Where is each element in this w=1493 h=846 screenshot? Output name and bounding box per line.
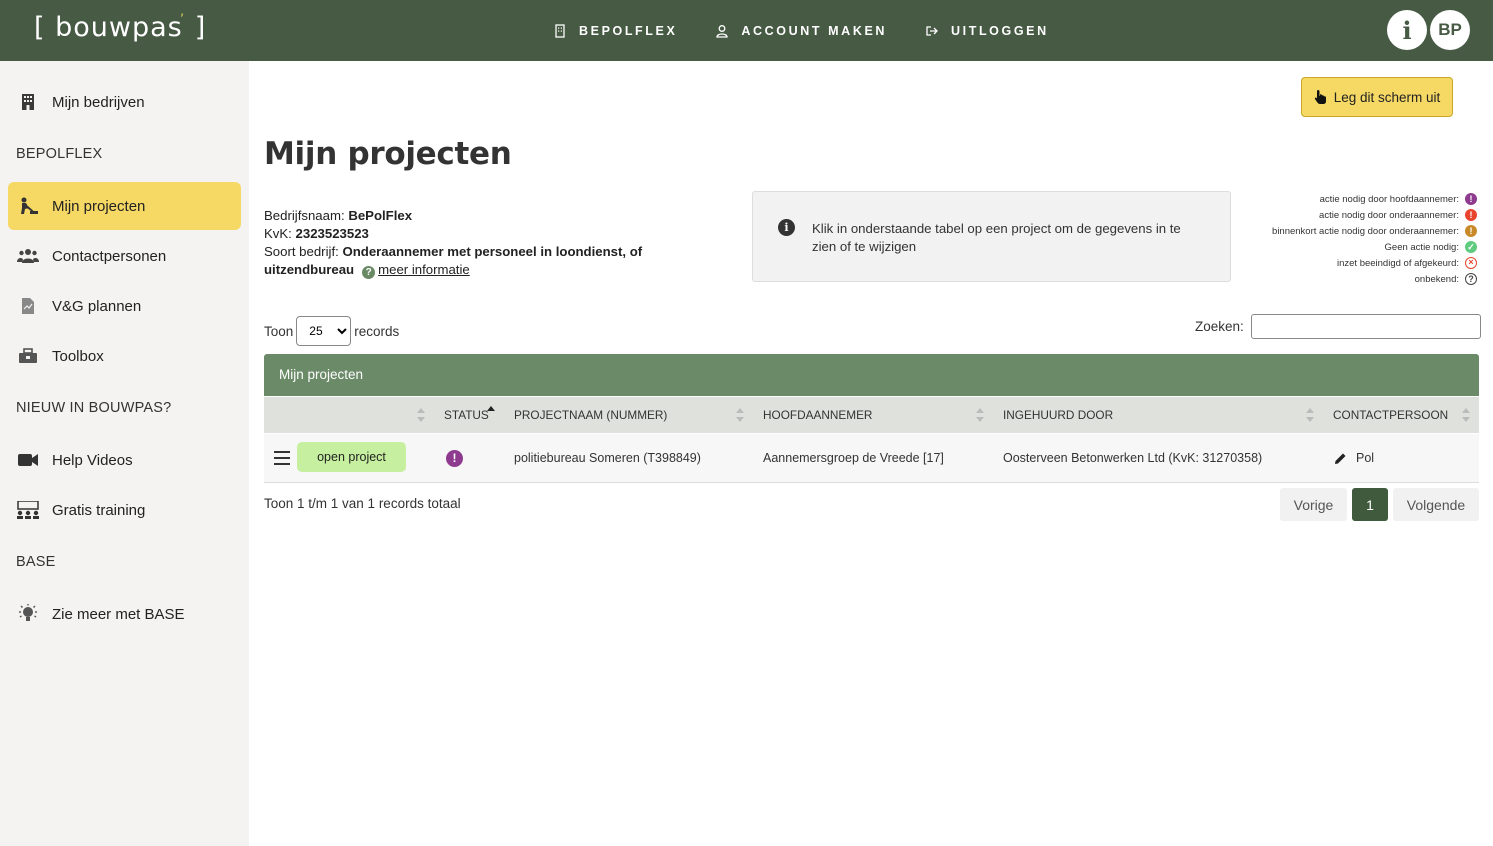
sidebar-item-mijn-projecten[interactable]: Mijn projecten xyxy=(8,182,241,230)
question-icon: ? xyxy=(362,266,376,279)
sidebar-item-mijn-bedrijven[interactable]: Mijn bedrijven xyxy=(8,78,241,126)
nav-bepolflex[interactable]: BEPOLFLEX xyxy=(553,24,677,38)
video-icon xyxy=(16,450,40,470)
nav-uitloggen[interactable]: UITLOGGEN xyxy=(925,24,1049,38)
lightbulb-icon xyxy=(16,604,40,624)
user-icon xyxy=(716,24,729,38)
search-control: Zoeken: xyxy=(1195,314,1481,339)
exclamation-icon: ! xyxy=(1465,209,1477,221)
search-input[interactable] xyxy=(1250,314,1481,339)
records-count: Toon 1 t/m 1 van 1 records totaal xyxy=(264,496,461,511)
info-box: i Klik in onderstaande tabel op een proj… xyxy=(752,191,1231,282)
sidebar-item-toolbox[interactable]: Toolbox xyxy=(8,332,241,380)
pointer-hand-icon xyxy=(1314,90,1326,104)
status-cell: ! xyxy=(446,449,463,467)
page-title: Mijn projecten xyxy=(264,136,512,172)
status-legend: actie nodig door hoofdaannemer:! actie n… xyxy=(1272,191,1477,287)
column-hoofdaannemer[interactable]: HOOFDAANNEMER xyxy=(763,397,872,433)
top-nav: BEPOLFLEX ACCOUNT MAKEN UITLOGGEN xyxy=(553,0,1049,61)
exclamation-icon: ! xyxy=(1465,193,1477,205)
pencil-icon[interactable] xyxy=(1333,452,1347,466)
legend-row: onbekend:? xyxy=(1272,271,1477,287)
sort-asc-icon[interactable] xyxy=(486,404,496,422)
sort-icon[interactable] xyxy=(416,406,426,424)
pagination-next[interactable]: Volgende xyxy=(1393,488,1479,521)
page-length-select[interactable]: 25 xyxy=(296,316,352,346)
project-name-cell: politiebureau Someren (T398849) xyxy=(514,451,701,465)
building-icon xyxy=(16,92,40,112)
legend-row: Geen actie nodig: ✓ xyxy=(1272,239,1477,255)
sidebar: Mijn bedrijven BEPOLFLEX Mijn projecten … xyxy=(0,61,249,846)
logout-icon xyxy=(926,25,938,36)
menu-icon[interactable] xyxy=(274,451,290,465)
legend-row: inzet beeindigd of afgekeurd: × xyxy=(1272,255,1477,271)
sort-icon[interactable] xyxy=(1461,406,1471,424)
sidebar-item-vg-plannen[interactable]: V&G plannen xyxy=(8,282,241,330)
section-nieuw-in-bouwpas: NIEUW IN BOUWPAS? xyxy=(16,400,172,416)
pagination-prev[interactable]: Vorige xyxy=(1280,488,1347,521)
bouwpas-logo[interactable]: [ bouwpas’ ] xyxy=(34,12,206,43)
section-bepolflex: BEPOLFLEX xyxy=(16,146,103,162)
open-project-button[interactable]: open project xyxy=(297,442,406,472)
hired-by-cell: Oosterveen Betonwerken Ltd (KvK: 3127035… xyxy=(1003,451,1263,465)
sort-icon[interactable] xyxy=(735,406,745,424)
check-icon: ✓ xyxy=(1465,241,1477,253)
explain-screen-button[interactable]: Leg dit scherm uit xyxy=(1301,77,1453,117)
page-length-control: Toon 25 records xyxy=(264,316,399,346)
company-name: BePolFlex xyxy=(348,208,413,223)
main-contractor-cell: Aannemersgroep de Vreede [17] xyxy=(763,451,944,465)
pagination: Vorige 1 Volgende xyxy=(1280,488,1479,521)
info-button[interactable]: i xyxy=(1387,10,1427,50)
section-base: BASE xyxy=(16,554,56,570)
avatar[interactable]: BP xyxy=(1430,10,1470,50)
cross-circle-icon: × xyxy=(1465,257,1477,269)
contact-cell: Pol xyxy=(1333,434,1374,483)
table-title-bar: Mijn projecten xyxy=(264,354,1479,396)
legend-row: actie nodig door hoofdaannemer:! xyxy=(1272,191,1477,207)
column-ingehuurd-door[interactable]: INGEHUURD DOOR xyxy=(1003,397,1113,433)
users-icon xyxy=(16,246,40,266)
company-kvk: 2323523523 xyxy=(295,226,369,241)
info-icon: i xyxy=(778,219,795,236)
legend-row: actie nodig door onderaannemer:! xyxy=(1272,207,1477,223)
table-row[interactable]: open project ! politiebureau Someren (T3… xyxy=(264,434,1479,483)
sidebar-item-help-videos[interactable]: Help Videos xyxy=(8,436,241,484)
exclamation-icon: ! xyxy=(446,450,463,467)
training-icon xyxy=(16,500,40,520)
sort-icon[interactable] xyxy=(975,406,985,424)
document-icon xyxy=(16,296,40,316)
question-circle-icon: ? xyxy=(1465,273,1477,285)
legend-row: binnenkort actie nodig door onderaanneme… xyxy=(1272,223,1477,239)
worker-icon xyxy=(16,196,40,216)
sort-icon[interactable] xyxy=(1305,406,1315,424)
toolbox-icon xyxy=(16,346,40,366)
sidebar-item-gratis-training[interactable]: Gratis training xyxy=(8,486,241,534)
pagination-page[interactable]: 1 xyxy=(1352,488,1388,521)
exclamation-icon: ! xyxy=(1465,225,1477,237)
info-text: Klik in onderstaande tabel op een projec… xyxy=(812,221,1181,254)
top-bar: [ bouwpas’ ] BEPOLFLEX ACCOUNT MAKEN UIT… xyxy=(0,0,1493,61)
column-status[interactable]: STATUS xyxy=(444,397,489,433)
column-projectnaam[interactable]: PROJECTNAAM (NUMMER) xyxy=(514,397,667,433)
sidebar-item-contactpersonen[interactable]: Contactpersonen xyxy=(8,232,241,280)
sidebar-item-zie-meer-met-base[interactable]: Zie meer met BASE xyxy=(8,590,241,638)
table-header-row: STATUS PROJECTNAAM (NUMMER) HOOFDAANNEME… xyxy=(264,397,1479,433)
nav-account-maken[interactable]: ACCOUNT MAKEN xyxy=(715,24,887,38)
company-details: Bedrijfsnaam: BePolFlex KvK: 2323523523 … xyxy=(264,208,643,279)
column-contactpersoon[interactable]: CONTACTPERSOON xyxy=(1333,397,1448,433)
building-icon xyxy=(555,23,565,38)
more-info-link[interactable]: ? meer informatie xyxy=(362,262,470,279)
